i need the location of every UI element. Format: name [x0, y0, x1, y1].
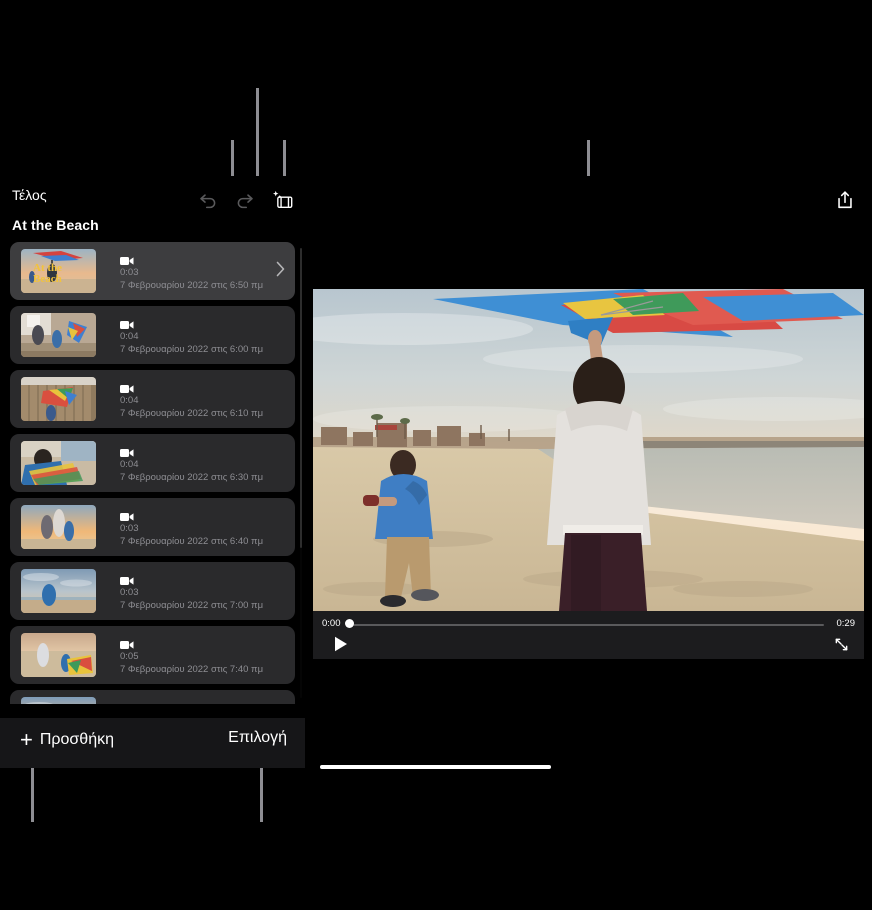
clip-list-item[interactable]: At the Beach 0:03 7 Φεβρουαρίου 2022 στι…: [10, 242, 295, 300]
scrollbar-thumb[interactable]: [300, 248, 302, 548]
clip-date: 7 Φεβρουαρίου 2022 στις 6:50 πμ: [120, 280, 263, 291]
select-button[interactable]: Επιλογή: [228, 729, 287, 747]
clip-thumbnail: [21, 441, 96, 485]
svg-text:Beach: Beach: [33, 273, 62, 285]
clip-duration: 0:04: [120, 395, 139, 406]
clip-duration: 0:04: [120, 331, 139, 342]
clip-thumbnail: [21, 697, 96, 704]
add-button-label: Προσθήκη: [40, 731, 114, 749]
redo-arrow-icon[interactable]: [231, 186, 257, 212]
sidebar-bottom-toolbar: + Προσθήκη Επιλογή: [0, 718, 305, 768]
clip-list-item[interactable]: 0:03 7 Φεβρουαρίου 2022 στις 7:50 πμ: [10, 690, 295, 704]
clip-list[interactable]: At the Beach 0:03 7 Φεβρουαρίου 2022 στι…: [0, 242, 305, 704]
add-media-filmstrip-icon[interactable]: [269, 186, 295, 212]
done-button[interactable]: Τέλος: [12, 187, 47, 203]
imovie-app-window: Τέλος: [0, 176, 872, 768]
player-controls: 0:00 0:29: [313, 611, 864, 659]
clip-date: 7 Φεβρουαρίου 2022 στις 6:40 πμ: [120, 536, 263, 547]
progress-track[interactable]: [351, 624, 824, 626]
clip-sidebar: Τέλος: [0, 176, 305, 768]
clip-thumbnail: [21, 313, 96, 357]
timeline-row: 0:00 0:29: [313, 618, 864, 632]
chevron-right-icon[interactable]: [276, 261, 285, 282]
clip-list-item[interactable]: 0:03 7 Φεβρουαρίου 2022 στις 7:00 πμ: [10, 562, 295, 620]
video-frame[interactable]: [313, 289, 864, 611]
screenshot-root: Τέλος: [0, 0, 872, 910]
clip-duration: 0:03: [120, 587, 139, 598]
play-triangle-icon[interactable]: [331, 635, 351, 653]
clip-date: 7 Φεβρουαρίου 2022 στις 7:00 πμ: [120, 600, 263, 611]
current-time-label: 0:00: [322, 618, 341, 629]
video-camera-icon: [120, 701, 134, 704]
page-title: At the Beach: [12, 217, 99, 233]
preview-pane: 0:00 0:29: [305, 176, 872, 768]
clip-date: 7 Φεβρουαρίου 2022 στις 6:10 πμ: [120, 408, 263, 419]
clip-thumbnail: [21, 377, 96, 421]
add-button[interactable]: + Προσθήκη: [20, 729, 114, 751]
clip-list-item[interactable]: 0:04 7 Φεβρουαρίου 2022 στις 6:30 πμ: [10, 434, 295, 492]
clip-thumbnail: At the Beach: [21, 249, 96, 293]
clip-duration: 0:05: [120, 651, 139, 662]
clip-duration: 0:04: [120, 459, 139, 470]
video-player[interactable]: 0:00 0:29: [313, 289, 864, 659]
duration-label: 0:29: [837, 618, 856, 629]
undo-arrow-icon[interactable]: [195, 186, 221, 212]
clip-list-item[interactable]: 0:04 7 Φεβρουαρίου 2022 στις 6:00 πμ: [10, 306, 295, 364]
clip-date: 7 Φεβρουαρίου 2022 στις 7:40 πμ: [120, 664, 263, 675]
clip-thumbnail: [21, 633, 96, 677]
expand-diagonal-arrows-icon[interactable]: [832, 635, 850, 653]
share-export-icon[interactable]: [832, 187, 858, 213]
clip-list-item[interactable]: 0:05 7 Φεβρουαρίου 2022 στις 7:40 πμ: [10, 626, 295, 684]
home-indicator: [320, 765, 551, 769]
clip-date: 7 Φεβρουαρίου 2022 στις 6:00 πμ: [120, 344, 263, 355]
clip-date: 7 Φεβρουαρίου 2022 στις 6:30 πμ: [120, 472, 263, 483]
sidebar-toolbar: Τέλος: [0, 176, 305, 220]
clip-thumbnail: [21, 505, 96, 549]
clip-list-item[interactable]: 0:04 7 Φεβρουαρίου 2022 στις 6:10 πμ: [10, 370, 295, 428]
clip-thumbnail: [21, 569, 96, 613]
clip-duration: 0:03: [120, 267, 139, 278]
plus-icon: +: [20, 729, 33, 751]
scrubber-handle[interactable]: [345, 619, 354, 628]
clip-duration: 0:03: [120, 523, 139, 534]
clip-list-item[interactable]: 0:03 7 Φεβρουαρίου 2022 στις 6:40 πμ: [10, 498, 295, 556]
